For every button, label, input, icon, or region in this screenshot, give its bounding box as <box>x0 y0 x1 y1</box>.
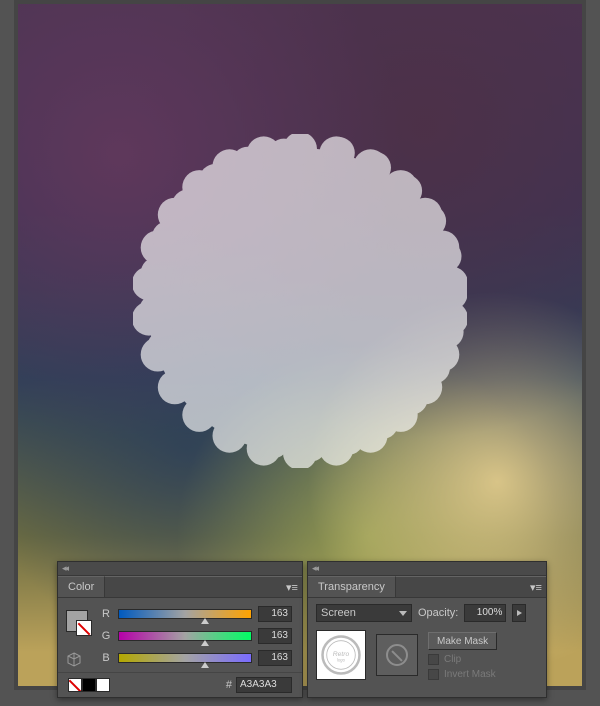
r-value[interactable]: 163 <box>258 606 292 622</box>
white-swatch[interactable] <box>96 678 110 692</box>
none-swatch[interactable] <box>68 678 82 692</box>
hex-field[interactable]: A3A3A3 <box>236 677 292 693</box>
no-mask-icon <box>386 644 408 666</box>
svg-text:Retro: Retro <box>333 651 350 658</box>
r-label: R <box>100 608 112 620</box>
tab-label: Transparency <box>318 581 385 593</box>
opacity-field[interactable]: 100% <box>464 604 506 622</box>
retro-badge-artwork[interactable]: ★ ★ ★ PREMIUM QUALITY DESIGN Retro logo … <box>133 134 467 468</box>
clip-checkbox <box>428 654 439 665</box>
opacity-label: Opacity: <box>418 607 458 619</box>
g-value[interactable]: 163 <box>258 628 292 644</box>
opacity-flyout-button[interactable] <box>512 604 526 622</box>
blend-mode-value: Screen <box>321 607 356 619</box>
b-label: B <box>100 652 112 664</box>
tab-transparency[interactable]: Transparency <box>308 576 396 597</box>
cube-icon[interactable] <box>66 652 82 668</box>
make-mask-button[interactable]: Make Mask <box>428 632 497 650</box>
stars-bottom: ★ ★ ★ <box>277 373 322 389</box>
color-panel: ◂◂ Color ▾≡ R 163 <box>57 561 303 698</box>
artwork-thumbnail[interactable]: Retro logo <box>316 630 366 680</box>
blend-mode-dropdown[interactable]: Screen <box>316 604 412 622</box>
panel-menu-button[interactable]: ▾≡ <box>526 576 546 597</box>
mask-thumbnail[interactable] <box>376 634 418 676</box>
badge-subtitle: logo <box>270 327 330 364</box>
g-slider[interactable] <box>118 631 252 641</box>
badge-tagline: PREMIUM QUALITY DESIGN <box>204 239 396 253</box>
badge-year: 1829 <box>287 394 313 409</box>
b-value[interactable]: 163 <box>258 650 292 666</box>
tab-label: Color <box>68 581 94 593</box>
badge-title: Retro <box>226 263 373 334</box>
transparency-panel: ◂◂ Transparency ▾≡ Screen Opacity: 100% <box>307 561 547 698</box>
invert-mask-label: Invert Mask <box>444 669 496 680</box>
panel-collapse-bar[interactable]: ◂◂ <box>58 562 302 576</box>
button-label: Make Mask <box>437 636 488 647</box>
b-slider[interactable] <box>118 653 252 663</box>
arrow-right-icon <box>517 610 522 616</box>
g-label: G <box>100 630 112 642</box>
fill-stroke-swatch[interactable] <box>66 610 88 632</box>
svg-text:logo: logo <box>337 658 346 663</box>
chevron-down-icon <box>399 611 407 616</box>
r-slider[interactable] <box>118 609 252 619</box>
menu-icon: ▾≡ <box>286 581 298 594</box>
collapse-icon: ◂◂ <box>312 563 317 574</box>
black-swatch[interactable] <box>82 678 96 692</box>
collapse-icon: ◂◂ <box>62 563 67 574</box>
panel-collapse-bar[interactable]: ◂◂ <box>308 562 546 576</box>
clip-label: Clip <box>444 654 461 665</box>
panel-menu-button[interactable]: ▾≡ <box>282 576 302 597</box>
menu-icon: ▾≡ <box>530 581 542 594</box>
invert-mask-checkbox <box>428 669 439 680</box>
hex-label: # <box>226 679 232 691</box>
stars-top: ★ ★ ★ <box>277 213 322 229</box>
tab-color[interactable]: Color <box>58 576 105 597</box>
